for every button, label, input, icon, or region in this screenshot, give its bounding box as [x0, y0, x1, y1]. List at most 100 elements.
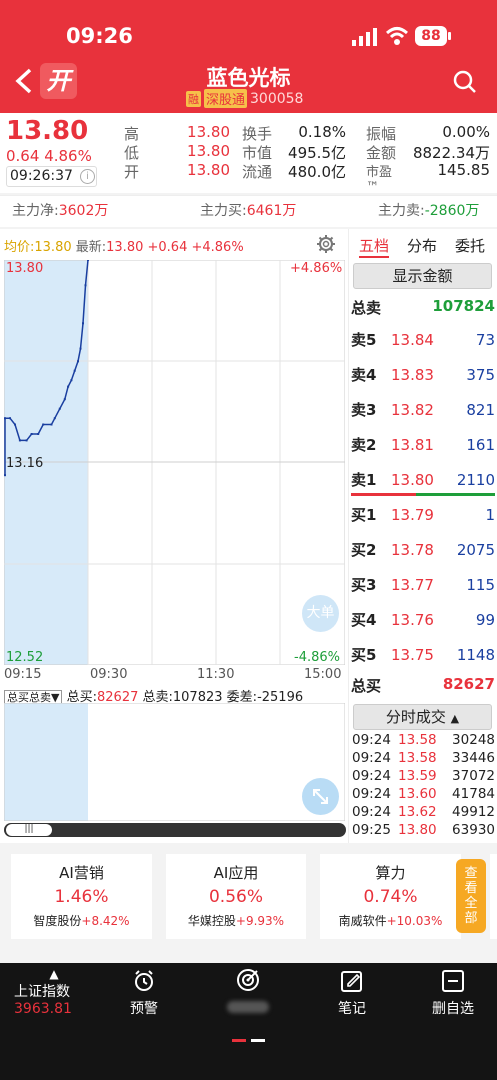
ask-volume: 375 — [466, 366, 495, 384]
back-arrow-icon[interactable] — [14, 68, 34, 98]
remove-label: 删自选 — [432, 1001, 474, 1017]
sector-card[interactable]: 算力 0.74% 南威软件+10.03% — [320, 854, 461, 939]
bid-volume: 1148 — [456, 646, 495, 664]
x-tick-label: 09:15 — [4, 667, 42, 682]
sector-card[interactable]: AI应用 0.56% 华媒控股+9.93% — [166, 854, 306, 939]
bid-row[interactable]: 买2 13.78 2075 — [351, 537, 495, 572]
ask-volume: 821 — [466, 401, 495, 419]
next-card-peek — [490, 854, 497, 939]
bid-label: 买1 — [351, 506, 377, 524]
bid-price: 13.78 — [391, 541, 434, 559]
ask-label: 卖5 — [351, 331, 377, 349]
auction-price-point — [4, 417, 6, 420]
edit-note-icon — [341, 971, 362, 992]
price-chart[interactable] — [4, 260, 345, 665]
expand-button[interactable] — [302, 778, 339, 815]
flow-net: 主力净:3602万 — [12, 196, 108, 226]
stat-label: 换手 — [242, 125, 273, 143]
auction-price-point — [14, 423, 16, 426]
bid-volume: 99 — [475, 611, 495, 629]
stat-value: 495.5亿 — [288, 144, 346, 162]
tab-entrust[interactable]: 委托 — [455, 235, 485, 256]
battery-level: 88 — [421, 28, 441, 44]
auction-price-point — [87, 260, 89, 261]
view-all-button[interactable]: 查看全部 — [456, 859, 486, 933]
latest-change: +0.64 — [147, 240, 188, 255]
tick-volume: 33446 — [452, 750, 495, 766]
leader-stock: 南威软件 — [338, 914, 387, 928]
stats-row: 低 13.80 市值 495.5亿 金额 8822.34万 — [110, 142, 490, 162]
tick-row: 09:24 13.62 49912 — [352, 803, 495, 821]
orderbook-tabs: 五档 分布 委托 — [349, 235, 497, 259]
sector-pct: 1.46% — [54, 887, 109, 907]
auction-price-point — [42, 423, 45, 426]
auction-price-point — [73, 369, 76, 372]
ask-row[interactable]: 卖3 13.82 821 — [351, 397, 495, 432]
price-change-pct: 4.86% — [44, 147, 92, 165]
settings-gear-icon[interactable] — [316, 234, 336, 258]
ask-row[interactable]: 卖1 13.80 2110 — [351, 467, 495, 502]
target-nav-item[interactable] — [226, 967, 270, 1013]
ticks-list: 09:24 13.58 30248 09:24 13.58 33446 09:2… — [352, 731, 495, 839]
tick-volume: 49912 — [452, 804, 495, 820]
tab-five-levels[interactable]: 五档 — [359, 235, 390, 258]
auction-price-point — [79, 347, 82, 350]
index-ticker[interactable]: ▲ 上证指数 3963.81 — [14, 967, 94, 1017]
auction-price-point — [82, 322, 84, 325]
auction-price-point — [50, 423, 53, 426]
stock-code: 300058 — [250, 90, 304, 107]
bid-row[interactable]: 买4 13.76 99 — [351, 607, 495, 642]
stat-value: 13.80 — [187, 161, 230, 179]
volume-chart — [4, 703, 345, 821]
y-low-label: 12.52 — [6, 650, 44, 665]
chart-scrollbar[interactable]: ||| — [4, 823, 346, 837]
big-order-label: 大单 — [306, 605, 335, 621]
avg-label: 均价: — [4, 240, 35, 255]
alert-nav-item[interactable]: 预警 — [122, 969, 166, 1018]
ask-price: 13.83 — [391, 366, 434, 384]
sector-name: 算力 — [375, 864, 406, 882]
tick-row: 09:24 13.58 33446 — [352, 749, 495, 767]
quote-time: 09:26:37 — [10, 168, 73, 184]
stat-value: 13.80 — [187, 123, 230, 141]
bid-volume: 1 — [485, 506, 495, 524]
stat-value: 0.00% — [442, 123, 490, 141]
search-icon[interactable] — [453, 70, 477, 98]
stat-label: 振幅 — [366, 125, 397, 143]
show-amount-button[interactable]: 显示金额 — [353, 263, 492, 289]
ask-row[interactable]: 卖4 13.83 375 — [351, 362, 495, 397]
wifi-icon — [385, 26, 409, 50]
stat-label: 开 — [124, 163, 140, 181]
auction-price-point — [70, 379, 73, 382]
stat-value: 145.85 — [437, 161, 491, 179]
bid-row[interactable]: 买3 13.77 115 — [351, 572, 495, 607]
stat-label: 流通 — [242, 163, 273, 181]
order-book-panel: 五档 分布 委托 显示金额 总卖 107824 卖5 13.84 73 卖4 1… — [348, 229, 497, 843]
stat-label: 金额 — [366, 144, 397, 162]
index-name: 上证指数 — [14, 984, 70, 1000]
scroll-handle[interactable]: ||| — [6, 824, 52, 836]
tab-distribution[interactable]: 分布 — [407, 235, 437, 256]
notes-nav-item[interactable]: 笔记 — [330, 969, 374, 1018]
stat-value: 480.0亿 — [288, 163, 346, 181]
ask-row[interactable]: 卖5 13.84 73 — [351, 327, 495, 362]
bid-row[interactable]: 买1 13.79 1 — [351, 502, 495, 537]
auction-price-point — [58, 407, 61, 410]
bid-row[interactable]: 买5 13.75 1148 — [351, 642, 495, 677]
sector-card[interactable]: AI营销 1.46% 智度股份+8.42% — [11, 854, 152, 939]
stat-value: 8822.34万 — [412, 144, 490, 162]
tick-row: 09:24 13.58 30248 — [352, 731, 495, 749]
stock-title: 蓝色光标 — [206, 66, 291, 90]
remove-watchlist-nav-item[interactable]: 删自选 — [428, 969, 478, 1018]
info-icon[interactable]: i — [80, 169, 95, 184]
leader-pct: +10.03% — [386, 914, 443, 928]
big-order-button[interactable]: 大单 — [302, 595, 339, 632]
stat-label: 市盈™ — [366, 165, 393, 195]
tick-price: 13.62 — [398, 804, 437, 820]
ask-row[interactable]: 卖2 13.81 161 — [351, 432, 495, 467]
page-indicator — [232, 1039, 265, 1042]
open-account-button[interactable]: 开 — [40, 63, 77, 99]
total-buy-label: 总买 — [351, 677, 382, 695]
ticks-toggle-button[interactable]: 分时成交 ▲ — [353, 704, 492, 730]
sector-name: AI应用 — [213, 864, 259, 882]
